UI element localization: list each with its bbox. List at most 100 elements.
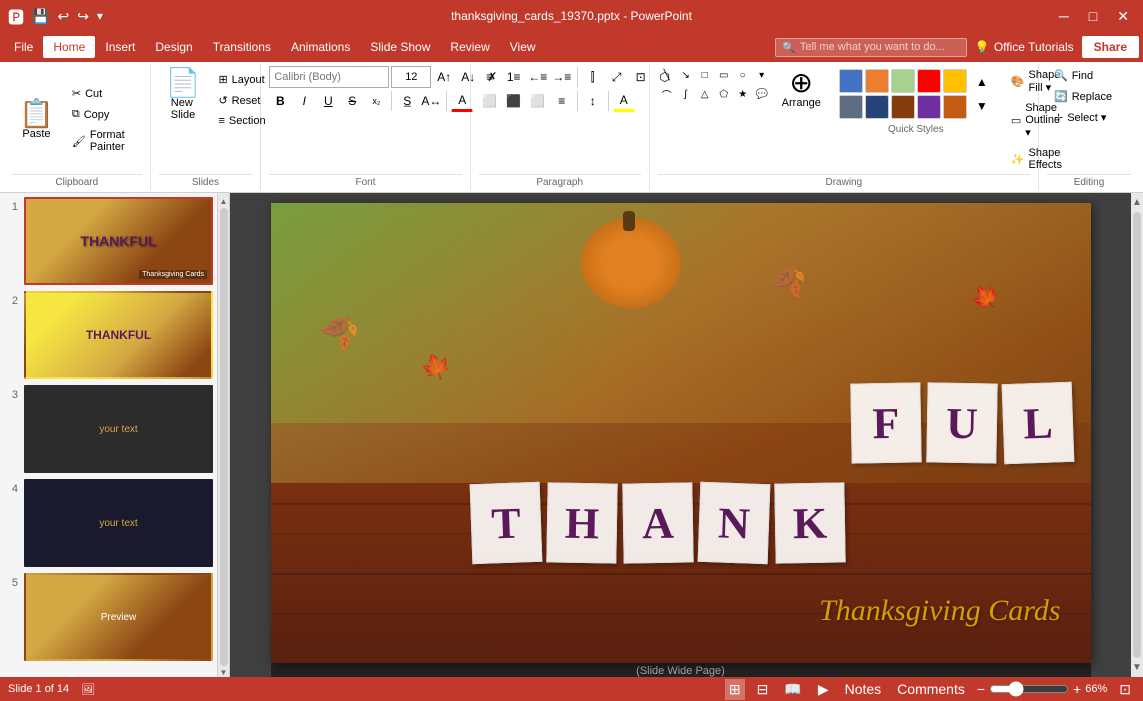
font-name-input[interactable]: [269, 66, 389, 88]
slideshow-view-button[interactable]: ▶: [814, 679, 833, 700]
slide-image-2[interactable]: ★ THANKFUL: [24, 291, 213, 379]
decrease-indent-button[interactable]: ←≡: [527, 66, 549, 88]
normal-view-button[interactable]: ⊞: [725, 679, 745, 700]
paste-button[interactable]: 📋 Paste: [12, 97, 61, 143]
slide-image-4[interactable]: your text: [24, 479, 213, 567]
menu-transitions[interactable]: Transitions: [203, 36, 281, 58]
menu-view[interactable]: View: [500, 36, 546, 58]
shape-curve[interactable]: ∫: [677, 85, 695, 103]
menu-review[interactable]: Review: [440, 36, 499, 58]
cut-button[interactable]: ✂ Cut: [65, 84, 142, 103]
text-direction-button[interactable]: ⤢: [606, 66, 628, 88]
close-button[interactable]: ✕: [1111, 6, 1135, 27]
quick-access-redo[interactable]: ↪: [77, 8, 89, 25]
subscript-button[interactable]: x₂: [365, 90, 387, 112]
align-text-button[interactable]: ⊡: [630, 66, 652, 88]
shape-line[interactable]: ╲: [658, 66, 676, 84]
font-size-increase-button[interactable]: A↑: [433, 66, 455, 88]
slide-image-3[interactable]: ★ your text: [24, 385, 213, 473]
copy-button[interactable]: ⧉ Copy: [65, 105, 142, 124]
zoom-in-button[interactable]: +: [1073, 681, 1081, 697]
strikethrough-button[interactable]: S: [341, 90, 363, 112]
columns-button[interactable]: ⫿: [582, 66, 604, 88]
slide-canvas[interactable]: T H A N K F U L Thanksg: [271, 203, 1091, 663]
shape-star[interactable]: ★: [734, 85, 752, 103]
text-highlight-button[interactable]: A: [613, 90, 635, 112]
quick-access-customize[interactable]: ▾: [97, 9, 103, 23]
scroll-thumb[interactable]: [220, 208, 228, 666]
slide-thumb-4[interactable]: 4 your text: [4, 479, 213, 567]
numbering-button[interactable]: 1≡: [503, 66, 525, 88]
qs-scroll-down[interactable]: ▼: [971, 95, 993, 117]
new-slide-button[interactable]: 📄 NewSlide: [159, 66, 208, 124]
italic-button[interactable]: I: [293, 90, 315, 112]
shape-arrow[interactable]: ↘: [677, 66, 695, 84]
qs-orange[interactable]: [865, 69, 889, 93]
share-button[interactable]: Share: [1082, 36, 1139, 58]
bold-button[interactable]: B: [269, 90, 291, 112]
shape-more[interactable]: ▾: [753, 66, 771, 84]
comments-button[interactable]: Comments: [893, 679, 969, 699]
restore-button[interactable]: □: [1083, 6, 1103, 26]
quick-access-undo[interactable]: ↩: [57, 8, 69, 25]
font-size-input[interactable]: [391, 66, 431, 88]
align-left-button[interactable]: ⬜: [479, 90, 501, 112]
select-button[interactable]: ⊹ Select ▾: [1047, 108, 1119, 127]
increase-indent-button[interactable]: →≡: [551, 66, 573, 88]
shape-connector[interactable]: ⌒: [658, 85, 676, 103]
shape-triangle[interactable]: △: [696, 85, 714, 103]
menu-home[interactable]: Home: [43, 36, 95, 58]
fit-window-button[interactable]: ⊡: [1115, 679, 1135, 700]
reading-view-button[interactable]: 📖: [780, 679, 805, 700]
align-center-button[interactable]: ⬛: [503, 90, 525, 112]
slide-thumb-3[interactable]: 3 ★ your text: [4, 385, 213, 473]
slide-image-1[interactable]: THANKFUL Thanksgiving Cards: [24, 197, 213, 285]
canvas-v-scrollbar[interactable]: ▲ ▼: [1131, 193, 1143, 677]
qs-darkblue[interactable]: [865, 95, 889, 119]
scroll-down-arrow[interactable]: ▼: [220, 668, 228, 677]
qs-darkorange[interactable]: [943, 95, 967, 119]
qs-green[interactable]: [891, 69, 915, 93]
shape-rect[interactable]: □: [696, 66, 714, 84]
slide-panel[interactable]: 1 THANKFUL Thanksgiving Cards 2 ★ THANKF…: [0, 193, 218, 677]
qs-gray[interactable]: [839, 95, 863, 119]
office-tutorials-button[interactable]: 💡 Office Tutorials: [967, 36, 1082, 58]
quick-styles-button[interactable]: ▲ ▼: [832, 66, 1000, 122]
shape-oval[interactable]: ○: [734, 66, 752, 84]
minimize-button[interactable]: ─: [1053, 6, 1075, 26]
line-spacing-button[interactable]: ↕: [582, 90, 604, 112]
find-button[interactable]: 🔍 Find: [1047, 66, 1119, 85]
shape-callout[interactable]: 💬: [753, 85, 771, 103]
replace-button[interactable]: 🔄 Replace: [1047, 87, 1119, 106]
shape-roundrect[interactable]: ▭: [715, 66, 733, 84]
v-scroll-thumb[interactable]: [1133, 212, 1141, 658]
shape-pentagon[interactable]: ⬠: [715, 85, 733, 103]
v-scroll-down[interactable]: ▼: [1132, 662, 1142, 673]
underline-button[interactable]: U: [317, 90, 339, 112]
zoom-slider[interactable]: [989, 681, 1069, 697]
menu-insert[interactable]: Insert: [95, 36, 145, 58]
qs-scroll-up[interactable]: ▲: [971, 71, 993, 93]
v-scroll-up[interactable]: ▲: [1132, 197, 1142, 208]
menu-file[interactable]: File: [4, 36, 43, 58]
justify-button[interactable]: ≡: [551, 90, 573, 112]
slide-thumb-1[interactable]: 1 THANKFUL Thanksgiving Cards: [4, 197, 213, 285]
slide-thumb-2[interactable]: 2 ★ THANKFUL: [4, 291, 213, 379]
menu-slideshow[interactable]: Slide Show: [360, 36, 440, 58]
format-painter-button[interactable]: 🖌 Format Painter: [65, 126, 142, 156]
menu-animations[interactable]: Animations: [281, 36, 360, 58]
arrange-button[interactable]: ⊕ Arrange: [775, 66, 828, 112]
align-right-button[interactable]: ⬜: [527, 90, 549, 112]
qs-brown[interactable]: [891, 95, 915, 119]
qs-purple[interactable]: [917, 95, 941, 119]
search-box[interactable]: 🔍: [775, 38, 967, 57]
qs-yellow[interactable]: [943, 69, 967, 93]
quick-access-save[interactable]: 💾: [32, 8, 49, 25]
bullets-button[interactable]: ≡: [479, 66, 501, 88]
qs-blue[interactable]: [839, 69, 863, 93]
text-shadow-button[interactable]: S̲: [396, 90, 418, 112]
qs-red[interactable]: [917, 69, 941, 93]
slide-sorter-button[interactable]: ⊟: [753, 679, 773, 700]
search-input[interactable]: [800, 41, 960, 53]
slide-thumb-5[interactable]: 5 Preview: [4, 573, 213, 661]
